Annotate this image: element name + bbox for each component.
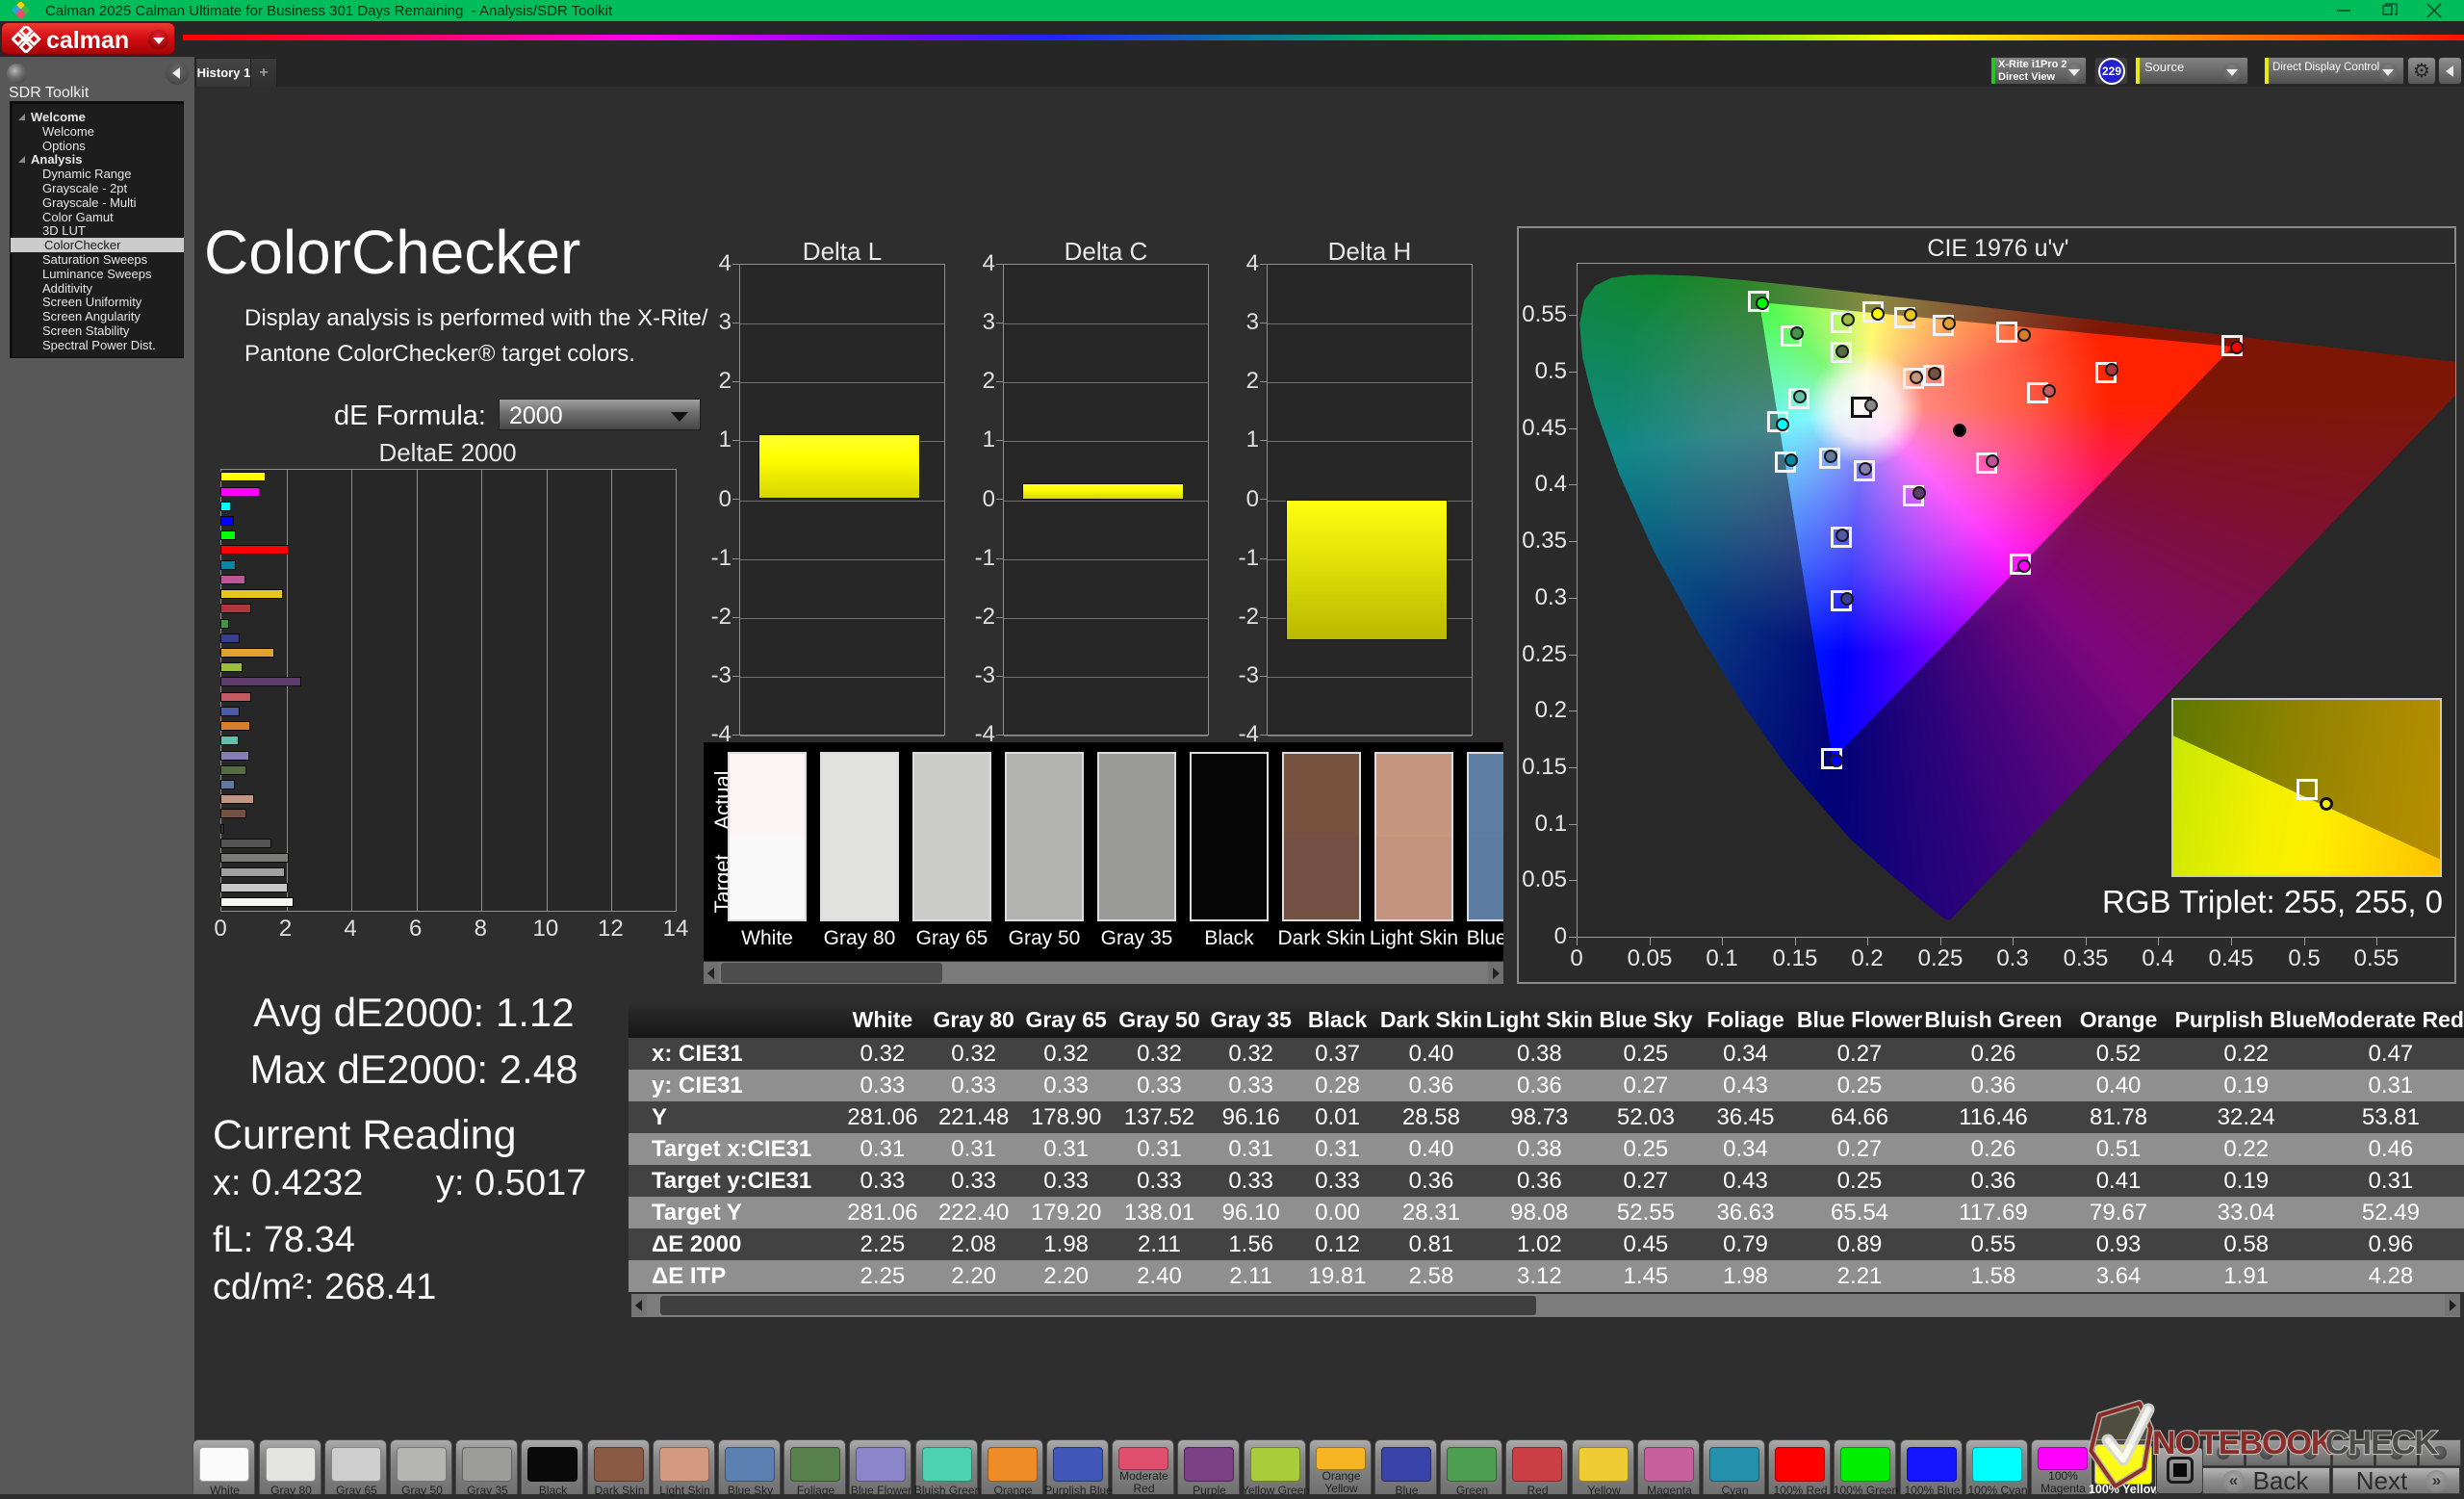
svg-text:NOTEBOOK: NOTEBOOK [2152, 1425, 2335, 1461]
svg-text:CHECK: CHECK [2325, 1425, 2438, 1461]
